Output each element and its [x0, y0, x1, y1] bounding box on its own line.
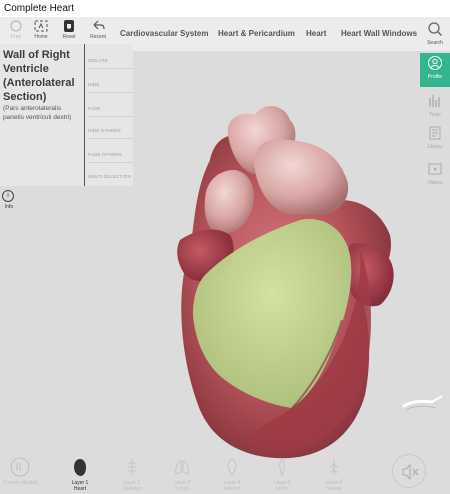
fade-others-action[interactable]: FADE OTHERS — [88, 152, 122, 157]
profile-button[interactable]: Profile — [420, 53, 450, 87]
sound-toggle-button[interactable] — [392, 454, 426, 488]
videos-button[interactable]: Videos — [422, 161, 448, 186]
free-view-icon — [10, 20, 22, 32]
tab-divider — [87, 68, 133, 69]
rotation-control[interactable] — [402, 378, 450, 438]
info-button[interactable]: i Info — [2, 190, 16, 210]
left-ventricle-wall — [240, 250, 372, 450]
layer-2-skeleton[interactable]: Layer 2 Skeleton — [114, 456, 150, 492]
custom-models-icon — [10, 457, 30, 477]
undo-icon — [93, 20, 105, 30]
rotation-arc-shadow — [405, 405, 437, 411]
home-icon — [34, 20, 48, 32]
right-ventricle-anterolateral-highlight — [193, 219, 352, 408]
rotation-arc — [402, 399, 434, 408]
right-auricle — [177, 229, 234, 282]
left-auricle — [345, 243, 394, 307]
tab-divider — [87, 116, 133, 117]
interventricular-groove — [291, 319, 343, 409]
info-icon: i — [2, 190, 14, 202]
tools-button[interactable]: Tools — [422, 93, 448, 118]
selection-panel: Wall of Right Ventricle (Anterolateral S… — [0, 44, 133, 186]
veins-layer-icon — [279, 458, 285, 477]
window-title: Complete Heart — [0, 0, 450, 17]
mute-icon — [402, 463, 419, 481]
breadcrumb-heart-wall-windows[interactable]: Heart Wall Windows — [341, 29, 417, 38]
layer-6-nerves[interactable]: Layer 6 Nerves — [316, 456, 352, 492]
layer-3-lungs[interactable]: Layer 3 Lungs — [164, 456, 200, 492]
tools-icon — [429, 95, 440, 107]
heart-silhouette — [181, 135, 391, 459]
profile-icon — [428, 56, 442, 70]
lungs-layer-icon — [175, 460, 189, 475]
skeleton-layer-icon — [128, 459, 136, 475]
tab-divider — [87, 92, 133, 93]
layer-bar: Custom Models Layer 1 Heart Layer 2 Skel… — [0, 452, 450, 494]
panel-divider — [84, 44, 85, 186]
search-icon — [428, 22, 443, 37]
layer-5-veins[interactable]: Layer 5 Veins — [264, 456, 300, 492]
isolate-action[interactable]: ISOLATE — [88, 58, 108, 63]
tab-divider — [87, 162, 133, 163]
breadcrumb-heart[interactable]: Heart — [306, 29, 326, 38]
nerves-layer-icon — [329, 459, 339, 475]
right-sidebar: Search Profile Tools Library Videos — [420, 17, 450, 192]
arteries-layer-icon — [227, 458, 237, 476]
library-icon — [429, 126, 441, 140]
pulmonary-trunk — [254, 139, 349, 215]
layer-4-arteries[interactable]: Layer 4 Arteries — [214, 456, 250, 492]
breadcrumb-cardiovascular-system[interactable]: Cardiovascular System — [120, 29, 209, 38]
breadcrumb-heart-pericardium[interactable]: Heart & Pericardium — [218, 29, 295, 38]
fade-action[interactable]: FADE — [88, 106, 101, 111]
selected-structure-latin: (Pars anterolateralis parietis ventricul… — [3, 105, 72, 121]
hide-others-action[interactable]: HIDE OTHERS — [88, 128, 121, 133]
hide-action[interactable]: HIDE — [88, 82, 100, 87]
search-button[interactable]: Search — [422, 21, 448, 46]
heart-layer-icon — [74, 459, 86, 476]
selected-structure-title: Wall of Right Ventricle (Anterolateral S… — [3, 49, 75, 103]
library-button[interactable]: Library — [422, 125, 448, 150]
reset-icon — [64, 20, 74, 32]
custom-models-button[interactable]: Custom Models — [2, 456, 38, 486]
aorta — [227, 105, 296, 175]
video-icon — [428, 163, 442, 175]
multi-selection-action[interactable]: MULTI SELECTION — [88, 174, 131, 179]
tab-divider — [87, 138, 133, 139]
right-atrium-vessel — [204, 170, 255, 234]
layer-1-heart[interactable]: Layer 1 Heart — [62, 456, 98, 492]
